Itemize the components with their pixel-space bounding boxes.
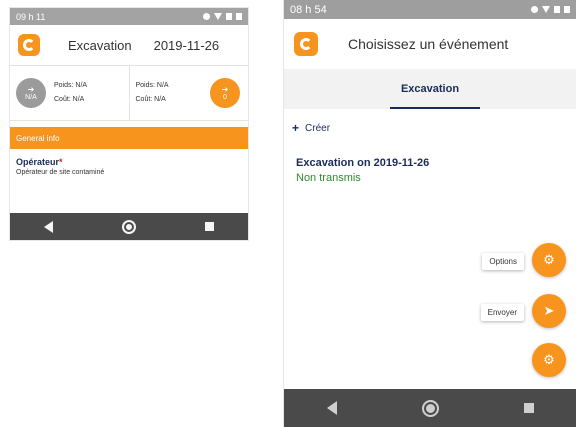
outgoing-button[interactable]: ➔ 0 <box>210 78 240 108</box>
system-navbar <box>10 213 248 240</box>
right-phone-screen: 08 h 54 Choisissez un événement Excavati… <box>284 0 576 427</box>
tab-bar: Excavation <box>284 69 576 109</box>
home-icon[interactable] <box>121 219 136 234</box>
options-label[interactable]: Options <box>482 253 524 270</box>
page-date: 2019-11-26 <box>153 37 220 53</box>
incoming-summary: ➔ N/A Poids: N/A Coût: N/A <box>10 66 129 120</box>
status-bar: 08 h 54 <box>284 0 576 19</box>
gear-icon: ⚙ <box>543 252 555 267</box>
app-header: Choisissez un événement <box>284 19 576 69</box>
incoming-button[interactable]: ➔ N/A <box>16 78 46 108</box>
status-time: 08 h 54 <box>290 3 327 16</box>
create-button[interactable]: + Créer <box>284 109 576 135</box>
status-icons <box>531 6 570 13</box>
general-info-header[interactable]: General info <box>10 127 248 149</box>
outgoing-stats: Poids: N/A Coût: N/A <box>136 79 169 107</box>
options-fab[interactable]: ⚙ <box>532 243 566 277</box>
send-fab[interactable]: ➤ <box>532 294 566 328</box>
sign-in-icon: ➔ <box>27 85 35 94</box>
recent-apps-icon[interactable] <box>204 222 214 231</box>
tab-excavation[interactable]: Excavation <box>401 83 459 95</box>
system-navbar <box>284 389 576 427</box>
app-header: Excavation 2019-11-26 <box>10 25 248 65</box>
create-label: Créer <box>305 122 331 134</box>
page-title: Excavation <box>68 37 132 53</box>
sign-out-icon: ➔ <box>221 85 229 94</box>
plus-icon: + <box>292 121 300 135</box>
outgoing-cost: Coût: N/A <box>135 96 166 103</box>
back-icon[interactable] <box>326 401 337 415</box>
recent-apps-icon[interactable] <box>523 403 534 413</box>
operator-label: Opérateur* <box>16 157 63 167</box>
left-phone-screen: 09 h 11 Excavation 2019-11-26 ➔ N/A Poid… <box>10 8 248 240</box>
operator-field[interactable]: Opérateur* Opérateur de site contaminé <box>10 149 248 184</box>
signal-icon <box>226 13 232 20</box>
alarm-icon <box>531 6 538 13</box>
incoming-weight: Poids: N/A <box>54 82 88 89</box>
incoming-stats: Poids: N/A Coût: N/A <box>54 79 87 107</box>
wifi-icon <box>214 13 222 20</box>
status-icons <box>203 13 242 20</box>
signal-icon <box>554 6 560 13</box>
send-label[interactable]: Envoyer <box>480 304 524 321</box>
section-title: General info <box>16 133 60 143</box>
summary-panel: ➔ N/A Poids: N/A Coût: N/A Poids: N/A Co… <box>10 65 248 121</box>
home-icon[interactable] <box>421 399 439 417</box>
tab-indicator <box>390 107 480 109</box>
wifi-icon <box>542 6 550 13</box>
status-bar: 09 h 11 <box>10 8 248 25</box>
status-time: 09 h 11 <box>16 11 46 22</box>
page-title: Choisissez un événement <box>348 36 509 52</box>
event-list-item[interactable]: Excavation on 2019-11-26 Non transmis <box>284 135 576 184</box>
required-mark: * <box>59 157 63 167</box>
event-name: Excavation on 2019-11-26 <box>296 157 430 169</box>
paper-plane-icon: ➤ <box>543 303 555 318</box>
app-logo-icon <box>18 34 40 56</box>
battery-icon <box>564 6 570 13</box>
gear-icon: ⚙ <box>543 352 555 367</box>
back-icon[interactable] <box>44 220 54 233</box>
outgoing-summary: Poids: N/A Coût: N/A ➔ 0 <box>128 66 249 120</box>
incoming-cost: Coût: N/A <box>54 96 85 103</box>
operator-value: Opérateur de site contaminé <box>16 169 105 176</box>
event-status: Non transmis <box>296 172 361 184</box>
app-logo-icon <box>294 32 318 56</box>
alarm-icon <box>203 13 210 20</box>
settings-fab[interactable]: ⚙ <box>532 343 566 377</box>
battery-icon <box>236 13 242 20</box>
outgoing-weight: Poids: N/A <box>135 82 169 89</box>
